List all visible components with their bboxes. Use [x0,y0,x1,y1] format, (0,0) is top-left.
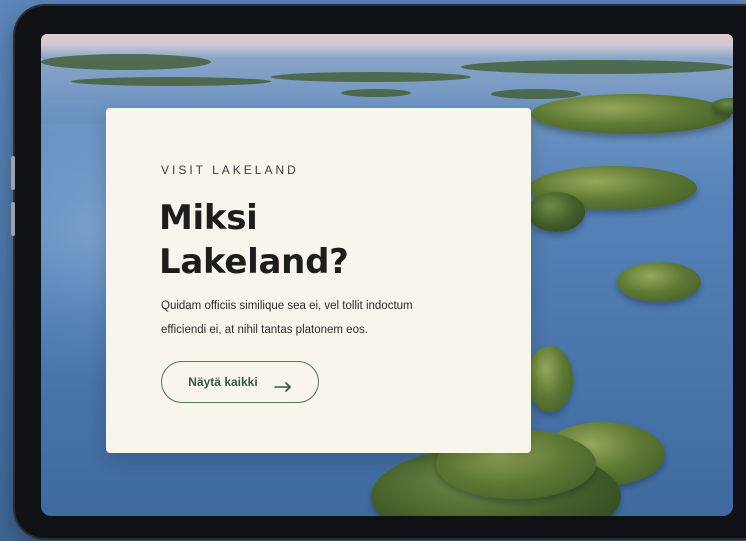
forest-island [617,262,701,302]
arrow-right-icon [273,377,292,392]
forest-island [527,346,573,412]
horizon-island [461,60,733,74]
show-all-button[interactable]: Näytä kaikki [161,361,319,403]
horizon-island [41,54,211,70]
forest-island [531,94,731,134]
page-title-line: Miksi [159,198,258,238]
show-all-button-label: Näytä kaikki [188,375,258,389]
horizon-island [71,77,271,86]
page-title: Miksi Lakeland? [159,196,499,284]
tablet-screen: VISIT LAKELAND Miksi Lakeland? Quidam of… [41,34,733,516]
tablet-side-button [11,202,15,236]
hero-card: VISIT LAKELAND Miksi Lakeland? Quidam of… [106,108,531,453]
page-title-line: Lakeland? [159,242,349,282]
horizon-island [271,72,471,82]
tablet-side-button [11,156,15,190]
horizon-island [341,89,411,97]
intro-paragraph: Quidam officiis similique sea ei, vel to… [161,294,491,342]
eyebrow-label: VISIT LAKELAND [161,163,299,177]
device-mockup-scene: VISIT LAKELAND Miksi Lakeland? Quidam of… [0,0,746,541]
forest-island [527,192,585,232]
intro-paragraph-line: Quidam officiis similique sea ei, vel to… [161,300,413,312]
intro-paragraph-line: efficiendi ei, at nihil tantas platonem … [161,324,368,336]
